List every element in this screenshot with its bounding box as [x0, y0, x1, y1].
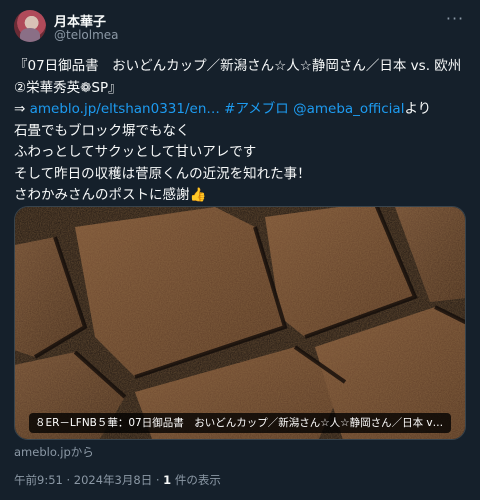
cookie-photo	[15, 207, 465, 439]
more-horizontal-icon[interactable]: ···	[444, 11, 466, 28]
views-count: 1	[163, 473, 172, 487]
avatar[interactable]	[14, 10, 46, 42]
hashtag-link[interactable]: #アメブロ	[224, 101, 289, 117]
link-card-title[interactable]: ８ER－LFNB５華：07日御品書 おいどんカップ／新潟さん☆人☆静岡さん／日本…	[29, 413, 451, 433]
mention-link[interactable]: @ameba_official	[293, 101, 404, 117]
tweet-suffix: より	[404, 101, 432, 117]
tweet-header: 月本華子 @telolmea ···	[14, 10, 466, 46]
views-label: 件の表示	[171, 473, 221, 487]
link-card-image[interactable]: ８ER－LFNB５華：07日御品書 おいどんカップ／新潟さん☆人☆静岡さん／日本…	[14, 206, 466, 440]
tweet-timestamp[interactable]: 午前9:51 · 2024年3月8日 ·	[14, 473, 163, 487]
author-handle[interactable]: @telolmea	[54, 28, 119, 42]
link-source[interactable]: ameblo.jpから	[14, 444, 94, 460]
tweet-arrow: ⇒	[14, 101, 30, 117]
tweet-body: 石畳でもブロック塀でもなく ふわっとしてサクッとして甘いアレです そして昨日の収…	[14, 122, 311, 204]
tweet-link-ameblo[interactable]: ameblo.jp/eltshan0331/en…	[30, 101, 220, 117]
tweet-text: 『07日御品書 おいどんカップ／新潟さん☆人☆静岡さん／日本 vs. 欧州②栄華…	[14, 56, 466, 207]
tweet-meta: 午前9:51 · 2024年3月8日 · 1 件の表示	[14, 472, 221, 488]
tweet-title-line: 『07日御品書 おいどんカップ／新潟さん☆人☆静岡さん／日本 vs. 欧州②栄華…	[14, 58, 462, 96]
